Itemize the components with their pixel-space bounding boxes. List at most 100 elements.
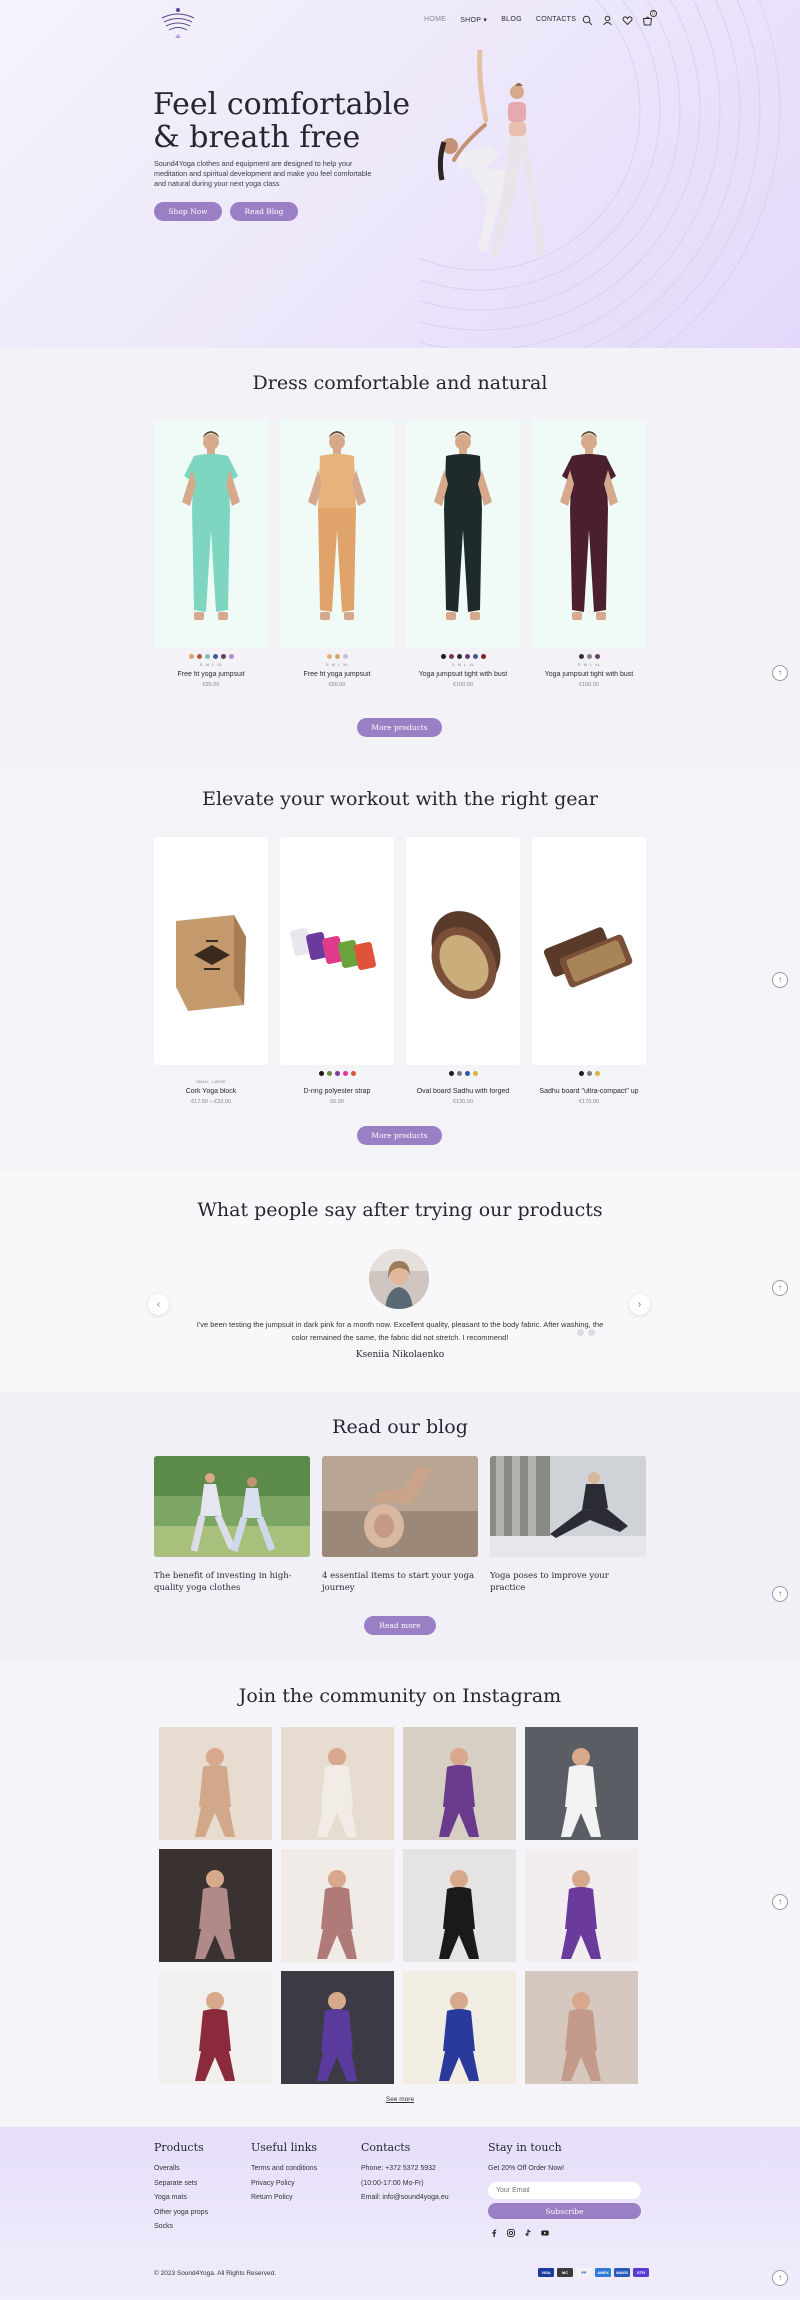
color-swatch[interactable] bbox=[586, 654, 592, 659]
footer-link[interactable]: Other yoga props bbox=[154, 2206, 208, 2221]
color-swatch[interactable] bbox=[472, 654, 478, 659]
product-name[interactable]: Yoga jumpsuit tight with bust bbox=[532, 671, 646, 678]
size-option[interactable]: L bbox=[212, 662, 214, 667]
scroll-top-icon[interactable]: ↑ bbox=[772, 1894, 788, 1910]
blog-post-title[interactable]: 4 essential items to start your yoga jou… bbox=[322, 1570, 478, 1594]
footer-link[interactable]: Separate sets bbox=[154, 2177, 208, 2192]
color-swatch[interactable] bbox=[464, 1071, 470, 1076]
product-name[interactable]: Oval board Sadhu with forged bbox=[406, 1088, 520, 1095]
footer-link[interactable]: Socks bbox=[154, 2220, 208, 2235]
color-swatch[interactable] bbox=[464, 654, 470, 659]
instagram-photo[interactable] bbox=[159, 1727, 272, 1840]
footer-link[interactable]: Terms and conditions bbox=[251, 2162, 317, 2177]
product-image[interactable] bbox=[280, 420, 394, 648]
size-option[interactable]: S bbox=[452, 662, 455, 667]
color-swatch[interactable] bbox=[594, 654, 600, 659]
blog-post-title[interactable]: The benefit of investing in high-quality… bbox=[154, 1570, 310, 1594]
more-products-gear-button[interactable]: More products bbox=[357, 1126, 442, 1145]
product-image[interactable] bbox=[280, 837, 394, 1065]
color-swatch[interactable] bbox=[456, 654, 462, 659]
product-image[interactable] bbox=[532, 837, 646, 1065]
instagram-photo[interactable] bbox=[281, 1849, 394, 1962]
see-more-link[interactable]: See more bbox=[0, 2096, 800, 2103]
size-option[interactable]: L bbox=[590, 662, 592, 667]
product-name[interactable]: Free fit yoga jumpsuit bbox=[280, 671, 394, 678]
prev-testimonial-button[interactable]: ‹ bbox=[148, 1294, 169, 1315]
size-option[interactable]: LARGE bbox=[212, 1079, 226, 1084]
scroll-top-icon[interactable]: ↑ bbox=[772, 665, 788, 681]
product-image[interactable] bbox=[154, 420, 268, 648]
tiktok-icon[interactable] bbox=[524, 2224, 532, 2236]
footer-link[interactable]: Return Policy bbox=[251, 2191, 317, 2206]
color-swatch[interactable] bbox=[448, 654, 454, 659]
nav-blog[interactable]: BLOG bbox=[501, 16, 522, 24]
scroll-top-icon[interactable]: ↑ bbox=[772, 1586, 788, 1602]
color-swatch[interactable] bbox=[228, 654, 234, 659]
product-name[interactable]: Yoga jumpsuit tight with bust bbox=[406, 671, 520, 678]
instagram-photo[interactable] bbox=[159, 1971, 272, 2084]
product-image[interactable] bbox=[406, 837, 520, 1065]
dot[interactable] bbox=[577, 1329, 584, 1336]
color-swatch[interactable] bbox=[594, 1071, 600, 1076]
product-card[interactable]: S M L XL Yoga jumpsuit tight with bust €100.0… bbox=[532, 420, 646, 688]
footer-link[interactable]: Overalls bbox=[154, 2162, 208, 2177]
instagram-photo[interactable] bbox=[525, 1849, 638, 1962]
footer-link[interactable]: Privacy Policy bbox=[251, 2177, 317, 2192]
color-swatch[interactable] bbox=[350, 1071, 356, 1076]
product-name[interactable]: D-ring polyester strap bbox=[280, 1088, 394, 1095]
product-name[interactable]: Free fit yoga jumpsuit bbox=[154, 671, 268, 678]
product-card[interactable]: D-ring polyester strap €6.00 bbox=[280, 837, 394, 1105]
more-products-clothes-button[interactable]: More products bbox=[357, 718, 442, 737]
blog-post-card[interactable]: Yoga poses to improve your practice bbox=[490, 1456, 646, 1594]
nav-home[interactable]: HOME bbox=[424, 16, 446, 24]
color-swatch[interactable] bbox=[326, 1071, 332, 1076]
color-swatch[interactable] bbox=[480, 654, 486, 659]
nav-contacts[interactable]: CONTACTS bbox=[536, 16, 576, 24]
color-swatch[interactable] bbox=[440, 654, 446, 659]
instagram-photo[interactable] bbox=[403, 1849, 516, 1962]
blog-post-card[interactable]: The benefit of investing in high-quality… bbox=[154, 1456, 310, 1594]
blog-post-card[interactable]: 4 essential items to start your yoga jou… bbox=[322, 1456, 478, 1594]
color-swatch[interactable] bbox=[334, 654, 340, 659]
color-swatch[interactable] bbox=[188, 654, 194, 659]
size-option[interactable]: XL bbox=[595, 662, 600, 667]
color-swatch[interactable] bbox=[586, 1071, 592, 1076]
color-swatch[interactable] bbox=[220, 654, 226, 659]
cart-icon[interactable]: 0 bbox=[642, 10, 657, 26]
nav-shop[interactable]: SHOP ▾ bbox=[460, 16, 487, 24]
color-swatch[interactable] bbox=[326, 654, 332, 659]
dot[interactable] bbox=[588, 1329, 595, 1336]
size-option[interactable]: S bbox=[200, 662, 203, 667]
user-icon[interactable] bbox=[602, 13, 613, 26]
size-option[interactable]: XL bbox=[469, 662, 474, 667]
product-image[interactable] bbox=[154, 837, 268, 1065]
product-name[interactable]: Cork Yoga block bbox=[154, 1088, 268, 1095]
size-option[interactable]: S bbox=[578, 662, 581, 667]
shop-now-button[interactable]: Shop Now bbox=[154, 202, 222, 221]
color-swatch[interactable] bbox=[318, 1071, 324, 1076]
instagram-photo[interactable] bbox=[525, 1971, 638, 2084]
read-more-button[interactable]: Read more bbox=[364, 1616, 436, 1635]
color-swatch[interactable] bbox=[342, 1071, 348, 1076]
product-card[interactable]: Oval board Sadhu with forged €130.00 bbox=[406, 837, 520, 1105]
blog-post-title[interactable]: Yoga poses to improve your practice bbox=[490, 1570, 646, 1594]
size-option[interactable]: M bbox=[206, 662, 209, 667]
instagram-photo[interactable] bbox=[159, 1849, 272, 1962]
color-swatch[interactable] bbox=[456, 1071, 462, 1076]
facebook-icon[interactable] bbox=[490, 2224, 498, 2237]
color-swatch[interactable] bbox=[448, 1071, 454, 1076]
product-card[interactable]: SMALL LARGE Cork Yoga block €17.50 – €33.00 bbox=[154, 837, 268, 1105]
scroll-top-icon[interactable]: ↑ bbox=[772, 972, 788, 988]
size-option[interactable]: SMALL bbox=[196, 1079, 209, 1084]
color-swatch[interactable] bbox=[212, 654, 218, 659]
newsletter-email-input[interactable] bbox=[488, 2182, 641, 2199]
instagram-photo[interactable] bbox=[403, 1971, 516, 2084]
heart-icon[interactable] bbox=[622, 13, 633, 26]
color-swatch[interactable] bbox=[342, 654, 348, 659]
instagram-photo[interactable] bbox=[525, 1727, 638, 1840]
color-swatch[interactable] bbox=[204, 654, 210, 659]
footer-link[interactable]: Yoga mats bbox=[154, 2191, 208, 2206]
scroll-top-icon[interactable]: ↑ bbox=[772, 1280, 788, 1296]
youtube-icon[interactable] bbox=[541, 2224, 549, 2236]
size-option[interactable]: S bbox=[326, 662, 329, 667]
